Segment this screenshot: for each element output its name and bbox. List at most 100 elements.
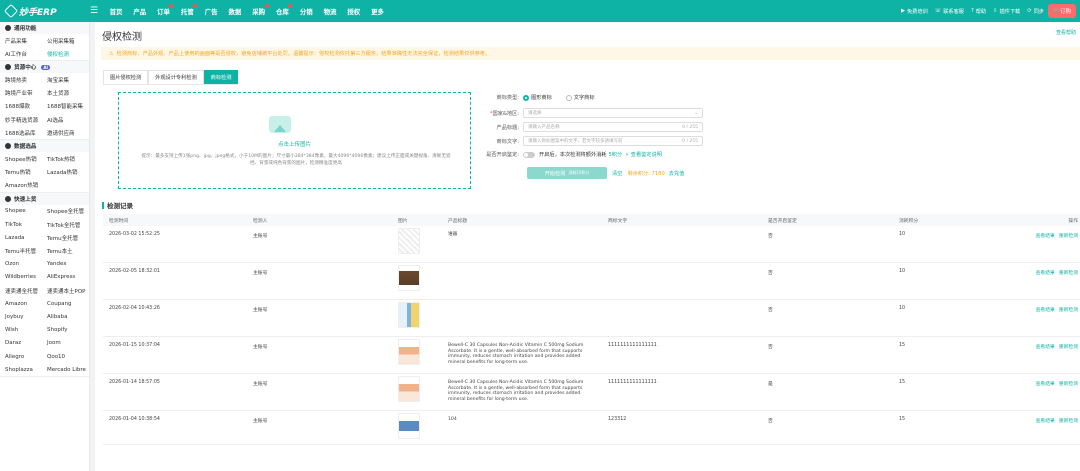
sidebar-group-header[interactable]: 数据选品: [0, 140, 89, 153]
brand-logo[interactable]: 妙手ERP: [0, 3, 90, 19]
product-thumbnail[interactable]: [398, 265, 420, 291]
sidebar-group-header[interactable]: 快速上货: [0, 192, 89, 205]
sidebar-item[interactable]: 跨境产业带: [5, 89, 47, 97]
sidebar-item[interactable]: Qoo10: [47, 354, 89, 360]
redo-detection-button[interactable]: 重新检测: [1059, 382, 1078, 387]
sidebar-item[interactable]: 淘宝采集: [47, 76, 89, 84]
product-thumbnail[interactable]: [398, 413, 420, 439]
sidebar-item[interactable]: Lazada热销: [47, 168, 89, 176]
plugin-download-link[interactable]: ⇩ 插件下载: [993, 8, 1020, 15]
sync-link[interactable]: ⟳ 同步: [1027, 8, 1044, 15]
redo-detection-button[interactable]: 重新检测: [1059, 234, 1078, 239]
sidebar-item[interactable]: Temu全托管: [47, 234, 89, 242]
sidebar-group-header[interactable]: 货源中心 AI: [0, 61, 89, 74]
nav-logistics[interactable]: 物流: [318, 7, 342, 16]
sidebar-item[interactable]: TikTok全托管: [47, 221, 89, 229]
contact-support-link[interactable]: ☏ 联系客服: [935, 8, 964, 15]
sidebar-item[interactable]: Joom: [47, 340, 89, 346]
image-upload-area[interactable]: 点击上传图片 提示：最多支持上传1张png、jpg、jpeg格式，小于10M的图…: [118, 92, 471, 189]
sidebar-item[interactable]: Amazon: [5, 301, 47, 307]
sidebar-item[interactable]: Shopee全托管: [47, 207, 89, 215]
menu-icon[interactable]: ☰: [90, 6, 98, 16]
help-link[interactable]: 查看帮助: [1056, 29, 1076, 36]
trademark-text-input[interactable]: 请输入商标图案中的文字，若文字较多请填写前 0 / 255: [523, 136, 703, 146]
nav-products[interactable]: 产品: [128, 7, 152, 16]
nav-distribution[interactable]: 分销: [294, 7, 318, 16]
redo-detection-button[interactable]: 重新检测: [1059, 419, 1078, 424]
nav-more[interactable]: 更多: [366, 7, 390, 16]
sidebar-item[interactable]: 1688智能采集: [47, 102, 89, 110]
nav-ads[interactable]: 广告: [199, 7, 223, 16]
radio-graphic-trademark[interactable]: 图形商标: [523, 94, 552, 101]
sidebar-item[interactable]: Lazada: [5, 235, 47, 241]
view-result-button[interactable]: 查看结果: [1036, 308, 1055, 313]
tab-trademark[interactable]: 商标检测: [203, 70, 239, 84]
view-result-button[interactable]: 查看结果: [1036, 345, 1055, 350]
sidebar-item[interactable]: Temu半托管: [5, 247, 47, 255]
sidebar-item[interactable]: Temu热销: [5, 168, 47, 176]
upload-label[interactable]: 点击上传图片: [119, 140, 470, 148]
sidebar-item[interactable]: TikTok热销: [47, 155, 89, 163]
clear-button[interactable]: 清空: [612, 170, 622, 177]
appraisal-toggle[interactable]: [523, 151, 535, 158]
sidebar-item[interactable]: 跨境热卖: [5, 76, 47, 84]
help-link-top[interactable]: ? 帮助: [971, 8, 986, 15]
sidebar-item[interactable]: Temu本土: [47, 247, 89, 255]
sidebar-item[interactable]: Wish: [5, 327, 47, 333]
view-result-button[interactable]: 查看结果: [1036, 419, 1055, 424]
nav-data[interactable]: 数据: [223, 7, 247, 16]
sidebar-item[interactable]: Daraz: [5, 340, 47, 346]
product-thumbnail[interactable]: [398, 339, 420, 365]
sidebar-item[interactable]: Shopee: [5, 208, 47, 214]
sidebar-item[interactable]: 妙手精选货源: [5, 116, 47, 124]
nav-purchase[interactable]: 采购: [247, 3, 271, 16]
nav-orders[interactable]: 订单: [152, 3, 176, 16]
order-button[interactable]: 🛒 订购: [1048, 4, 1076, 18]
sidebar-group-header[interactable]: 通用功能: [0, 22, 89, 34]
product-title-input[interactable]: 请输入产品名称 0 / 255: [523, 122, 703, 132]
region-select[interactable]: 请选择 ⌄: [523, 108, 703, 118]
sidebar-item[interactable]: Ozon: [5, 261, 47, 267]
sidebar-item[interactable]: Shopee热销: [5, 155, 47, 163]
sidebar-item[interactable]: Yandex: [47, 261, 89, 267]
sidebar-item[interactable]: AI选品: [47, 116, 89, 124]
nav-home[interactable]: 首页: [104, 7, 128, 16]
product-thumbnail[interactable]: [398, 302, 420, 328]
sidebar-item[interactable]: 产品采集: [5, 37, 47, 45]
tab-image-infringement[interactable]: 图片侵权检测: [103, 70, 149, 84]
sidebar-item[interactable]: 1688爆款: [5, 102, 47, 110]
sidebar-item[interactable]: AI工作台: [5, 50, 47, 58]
sidebar-item[interactable]: 公用采集箱: [47, 37, 89, 45]
sidebar-item[interactable]: Amazon热销: [5, 181, 47, 189]
sidebar-item[interactable]: 速卖通全托管: [5, 287, 47, 295]
redo-detection-button[interactable]: 重新检测: [1059, 271, 1078, 276]
sidebar-item[interactable]: AliExpress: [47, 274, 89, 280]
recharge-link[interactable]: 去充值: [669, 170, 685, 177]
product-thumbnail[interactable]: [398, 228, 420, 254]
sidebar-item[interactable]: Shoplazza: [5, 367, 47, 373]
radio-text-trademark[interactable]: 文字商标: [565, 94, 595, 101]
nav-authorization[interactable]: 授权: [342, 7, 366, 16]
sidebar-item[interactable]: 1688选品库: [5, 129, 47, 137]
redo-detection-button[interactable]: 重新检测: [1059, 308, 1078, 313]
sidebar-item[interactable]: Joybuy: [5, 314, 47, 320]
appraisal-info-link[interactable]: 查看鉴定说明: [631, 151, 662, 158]
sidebar-item[interactable]: 邀请供应商: [47, 129, 89, 137]
sidebar-item[interactable]: Alibaba: [47, 314, 89, 320]
start-detection-button[interactable]: 开始检测 消耗10积分: [527, 167, 607, 179]
view-result-button[interactable]: 查看结果: [1036, 234, 1055, 239]
sidebar-item[interactable]: Coupang: [47, 301, 89, 307]
sidebar-item[interactable]: 本土货源: [47, 89, 89, 97]
product-thumbnail[interactable]: [398, 376, 420, 402]
free-training-link[interactable]: ▶ 免费培训: [901, 8, 928, 15]
sidebar-item[interactable]: Wildberries: [5, 274, 47, 280]
sidebar-item[interactable]: 侵权检测: [47, 50, 89, 58]
sidebar-item[interactable]: 速卖通本土POP: [47, 287, 89, 295]
view-result-button[interactable]: 查看结果: [1036, 271, 1055, 276]
view-result-button[interactable]: 查看结果: [1036, 382, 1055, 387]
sidebar-item[interactable]: Shopify: [47, 327, 89, 333]
sidebar-item[interactable]: Mercado Libre: [47, 367, 89, 373]
redo-detection-button[interactable]: 重新检测: [1059, 345, 1078, 350]
nav-hosting[interactable]: 托管: [175, 3, 199, 16]
sidebar-item[interactable]: Allegro: [5, 354, 47, 360]
